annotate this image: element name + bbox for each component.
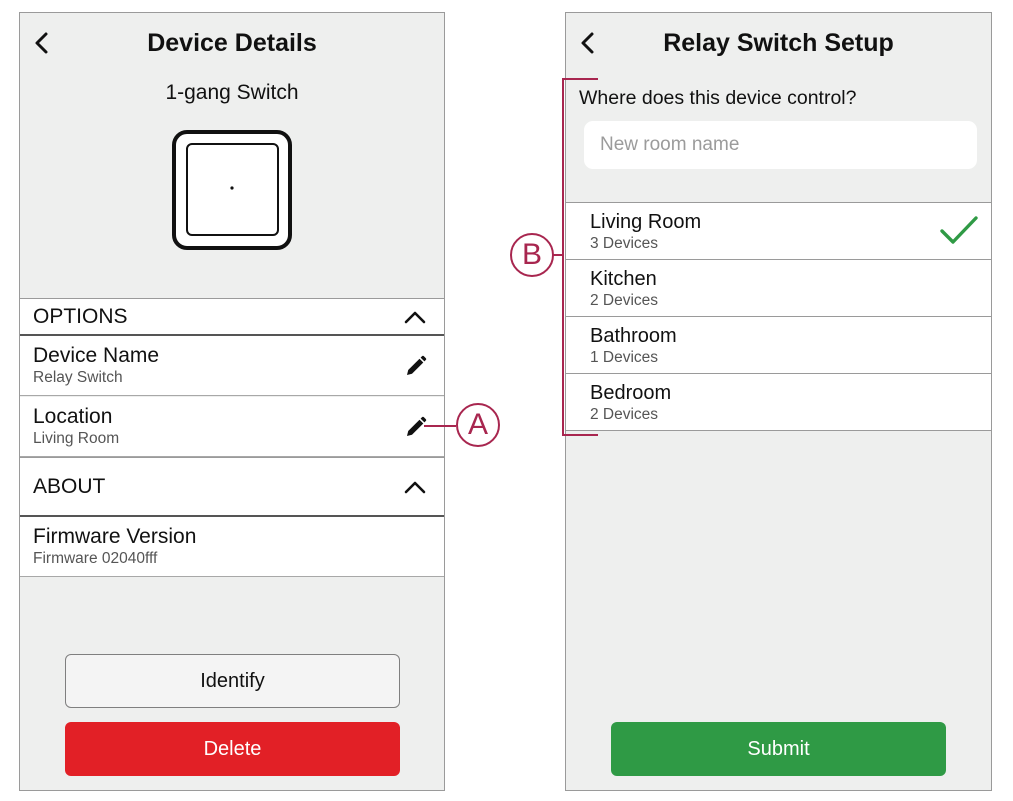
- room-name: Kitchen: [590, 268, 657, 290]
- chevron-up-icon: [404, 481, 426, 493]
- device-name-label: Device Name: [33, 344, 160, 367]
- device-type-label: 1-gang Switch: [165, 81, 299, 104]
- options-header-label: OPTIONS: [33, 304, 128, 328]
- location-value: Living Room: [33, 430, 120, 447]
- pencil-icon[interactable]: [404, 354, 428, 378]
- callout-b-bracket-top: [562, 78, 598, 80]
- list-item-living-room[interactable]: Living Room 3 Devices: [566, 203, 991, 260]
- room-name-field[interactable]: [584, 121, 977, 169]
- page-title: Device Details: [147, 29, 317, 57]
- callout-b: B: [510, 233, 554, 277]
- about-section-header[interactable]: ABOUT: [20, 457, 444, 517]
- callout-a-leader: [424, 425, 456, 427]
- room-name-input[interactable]: [598, 133, 977, 157]
- room-device-count: 3 Devices: [590, 235, 659, 252]
- room-device-count: 1 Devices: [590, 349, 659, 366]
- location-label: Location: [33, 405, 113, 428]
- pencil-icon[interactable]: [404, 415, 428, 439]
- callout-b-bracket: [562, 78, 564, 436]
- submit-button[interactable]: Submit: [611, 722, 946, 776]
- location-row[interactable]: Location Living Room: [20, 397, 444, 457]
- room-name: Bathroom: [590, 325, 677, 347]
- room-device-count: 2 Devices: [590, 292, 659, 309]
- room-name: Living Room: [590, 211, 702, 233]
- callout-b-bracket-bottom: [562, 434, 598, 436]
- page-title: Relay Switch Setup: [663, 29, 894, 57]
- switch-device-image: [172, 130, 292, 250]
- delete-button[interactable]: Delete: [65, 722, 400, 776]
- relay-switch-setup-screen: Relay Switch Setup Where does this devic…: [565, 12, 992, 791]
- room-name: Bedroom: [590, 382, 672, 404]
- firmware-row: Firmware Version Firmware 02040fff: [20, 517, 444, 577]
- room-device-count: 2 Devices: [590, 406, 659, 423]
- location-question: Where does this device control?: [579, 87, 857, 109]
- options-section-header[interactable]: OPTIONS: [20, 298, 444, 336]
- device-details-screen: Device Details 1-gang Switch OPTIONS Dev…: [19, 12, 445, 791]
- list-item-bedroom[interactable]: Bedroom 2 Devices: [566, 374, 991, 431]
- callout-a: A: [456, 403, 500, 447]
- device-name-value: Relay Switch: [33, 369, 123, 386]
- firmware-label: Firmware Version: [33, 525, 197, 548]
- callout-b-leader: [553, 254, 563, 256]
- list-item-bathroom[interactable]: Bathroom 1 Devices: [566, 317, 991, 374]
- list-item-kitchen[interactable]: Kitchen 2 Devices: [566, 260, 991, 317]
- firmware-value: Firmware 02040fff: [33, 550, 158, 567]
- room-list: Living Room 3 Devices Kitchen 2 Devices …: [566, 202, 991, 431]
- check-icon: [940, 216, 978, 244]
- identify-button[interactable]: Identify: [65, 654, 400, 708]
- about-header-label: ABOUT: [33, 474, 106, 498]
- chevron-up-icon: [404, 311, 426, 323]
- device-name-row[interactable]: Device Name Relay Switch: [20, 336, 444, 396]
